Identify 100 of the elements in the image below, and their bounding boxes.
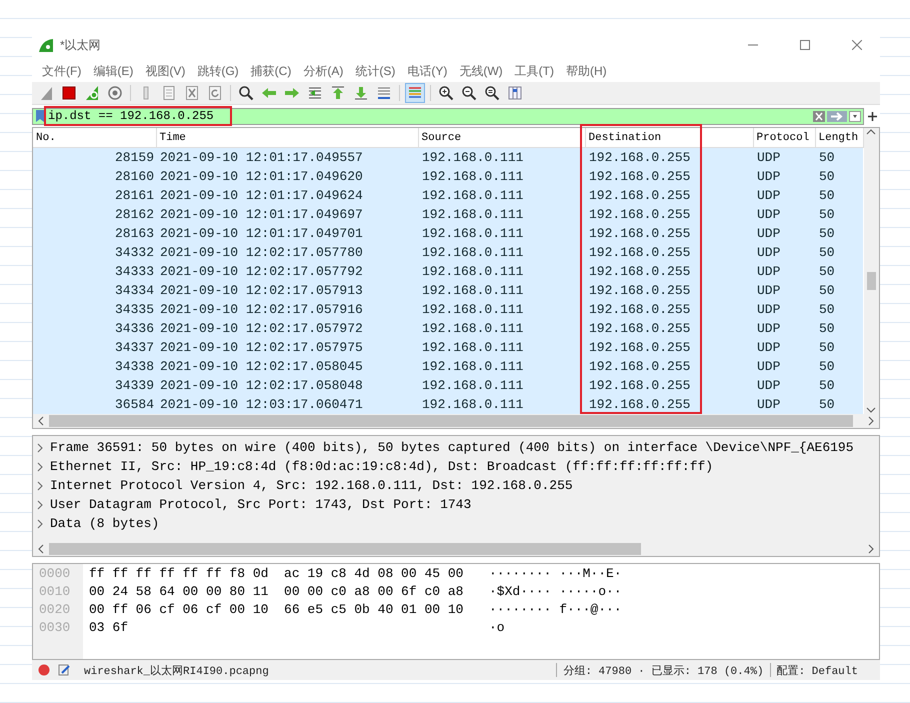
table-cell: 50 [815,376,863,395]
table-cell: 50 [815,262,863,281]
menu-item[interactable]: 电话(Y) [401,60,454,82]
search-icon [238,85,254,101]
table-cell: 192.168.0.111 [418,186,585,205]
table-cell: 192.168.0.111 [418,148,585,167]
scroll-left-icon[interactable] [37,416,45,426]
table-cell: 192.168.0.255 [585,224,753,243]
table-cell: 192.168.0.255 [585,395,753,414]
menu-item[interactable]: 分析(A) [297,60,350,82]
ascii-bytes: ········ ···M··E· [489,565,622,583]
table-cell: 36584 [33,395,156,414]
autoscroll-icon [376,85,392,101]
dropdown-icon[interactable] [849,110,861,122]
stop-icon [61,85,77,101]
table-cell: 28162 [33,205,156,224]
scroll-right-icon[interactable] [867,416,875,426]
scrollbar-thumb[interactable] [49,543,641,555]
edit-icon[interactable] [58,664,70,676]
scrollbar-thumb[interactable] [49,415,853,427]
table-cell: 50 [815,243,863,262]
close-file-icon [184,85,200,101]
chevron-icon[interactable] [37,480,44,490]
byte-offset: 0020 [38,601,70,619]
tree-item[interactable]: Ethernet II, Src: HP_19:c8:4d (f8:0d:ac:19:c8:4d), Dst: Broadcast (ff:ff:ff:ff:ff:ff) [50,459,714,474]
table-cell: UDP [753,338,815,357]
menu-item[interactable]: 视图(V) [139,60,192,82]
table-cell: 28160 [33,167,156,186]
table-cell: 192.168.0.111 [418,319,585,338]
table-cell: 2021-09-10 12:02:17.057913 [156,281,418,300]
filter-field[interactable]: ip.dst == 192.168.0.255 [46,108,230,124]
table-cell: 50 [815,319,863,338]
table-cell: UDP [753,281,815,300]
menu-item[interactable]: 文件(F) [36,60,88,82]
table-cell: UDP [753,262,815,281]
scroll-up-icon[interactable] [866,128,876,136]
chevron-icon[interactable] [37,442,44,452]
chevron-icon[interactable] [37,518,44,528]
table-cell: 192.168.0.255 [585,357,753,376]
table-cell: 28161 [33,186,156,205]
table-cell: 192.168.0.255 [585,281,753,300]
table-cell: 192.168.0.111 [418,167,585,186]
table-cell: 34333 [33,262,156,281]
close-icon[interactable] [852,40,862,50]
scroll-down-icon[interactable] [866,406,876,414]
zoom-in-icon [438,85,454,101]
table-cell: 2021-09-10 12:02:17.058045 [156,357,418,376]
byte-offset: 0030 [38,619,70,637]
gear-icon [107,85,123,101]
document-icon [161,85,177,101]
record-icon[interactable] [38,664,50,676]
menu-item[interactable]: 帮助(H) [560,60,613,82]
scrollbar-thumb[interactable] [866,272,876,290]
table-cell: 192.168.0.111 [418,300,585,319]
table-cell: 2021-09-10 12:02:17.057780 [156,243,418,262]
table-cell: 50 [815,395,863,414]
table-cell: 2021-09-10 12:01:17.049701 [156,224,418,243]
ascii-bytes: ·o [489,619,505,637]
table-cell: 192.168.0.111 [418,262,585,281]
table-cell: UDP [753,319,815,338]
menu-item[interactable]: 捕获(C) [244,60,298,82]
chevron-icon[interactable] [37,462,44,472]
menu-item[interactable]: 无线(W) [453,60,509,82]
table-cell: 192.168.0.255 [585,243,753,262]
table-cell: 50 [815,148,863,167]
chevron-icon[interactable] [37,500,44,510]
toolbar-button[interactable] [236,83,256,103]
menu-item[interactable]: 编辑(E) [87,60,140,82]
table-cell: 192.168.0.255 [585,186,753,205]
scroll-left-icon[interactable] [37,544,45,554]
clear-icon[interactable] [813,110,825,122]
profile-label[interactable]: 配置: Default [776,662,858,678]
table-cell: 34332 [33,243,156,262]
table-cell: UDP [753,395,815,414]
hex-bytes: 03 6f [89,619,128,637]
menu-item[interactable]: 工具(T) [508,60,560,82]
zoom-reset-icon [484,85,500,101]
tree-item[interactable]: Data (8 bytes) [50,516,160,531]
maximize-icon[interactable] [800,40,810,50]
tree-item[interactable]: Internet Protocol Version 4, Src: 192.168.0.111, Dst: 192.168.0.255 [50,478,573,493]
table-cell: 2021-09-10 12:02:17.057916 [156,300,418,319]
hex-bytes: 00 ff 06 cf 06 cf 00 10 66 e5 c5 0b 40 01 00 10 [89,601,464,619]
packet-count: 分组: 47980 · 已显示: 178 (0.4%) [563,664,764,678]
hex-bytes: 00 24 58 64 00 00 80 11 00 00 c0 a8 00 6f c0 a8 [89,583,464,601]
table-cell: 28159 [33,148,156,167]
plus-icon[interactable] [868,112,876,120]
table-cell: 2021-09-10 12:01:17.049697 [156,205,418,224]
scroll-right-icon[interactable] [867,544,875,554]
table-cell: 2021-09-10 12:03:17.060471 [156,395,418,414]
menu-item[interactable]: 跳转(G) [191,60,245,82]
shark-fin-icon [38,38,54,52]
tree-item[interactable]: User Datagram Protocol, Src Port: 1743, Dst Port: 1743 [50,497,472,512]
table-cell: 2021-09-10 12:02:17.057792 [156,262,418,281]
table-cell: UDP [753,167,815,186]
bookmark-icon [36,110,44,122]
colored-lines-icon [407,85,423,101]
menu-item[interactable]: 统计(S) [349,60,402,82]
table-cell: 192.168.0.111 [418,376,585,395]
tree-item[interactable]: Frame 36591: 50 bytes on wire (400 bits), 50 bytes captured (400 bits) on interface \Device\NPF_{AE6195 [50,440,854,455]
ascii-bytes: ·$Xd···· ·····o·· [489,583,622,601]
